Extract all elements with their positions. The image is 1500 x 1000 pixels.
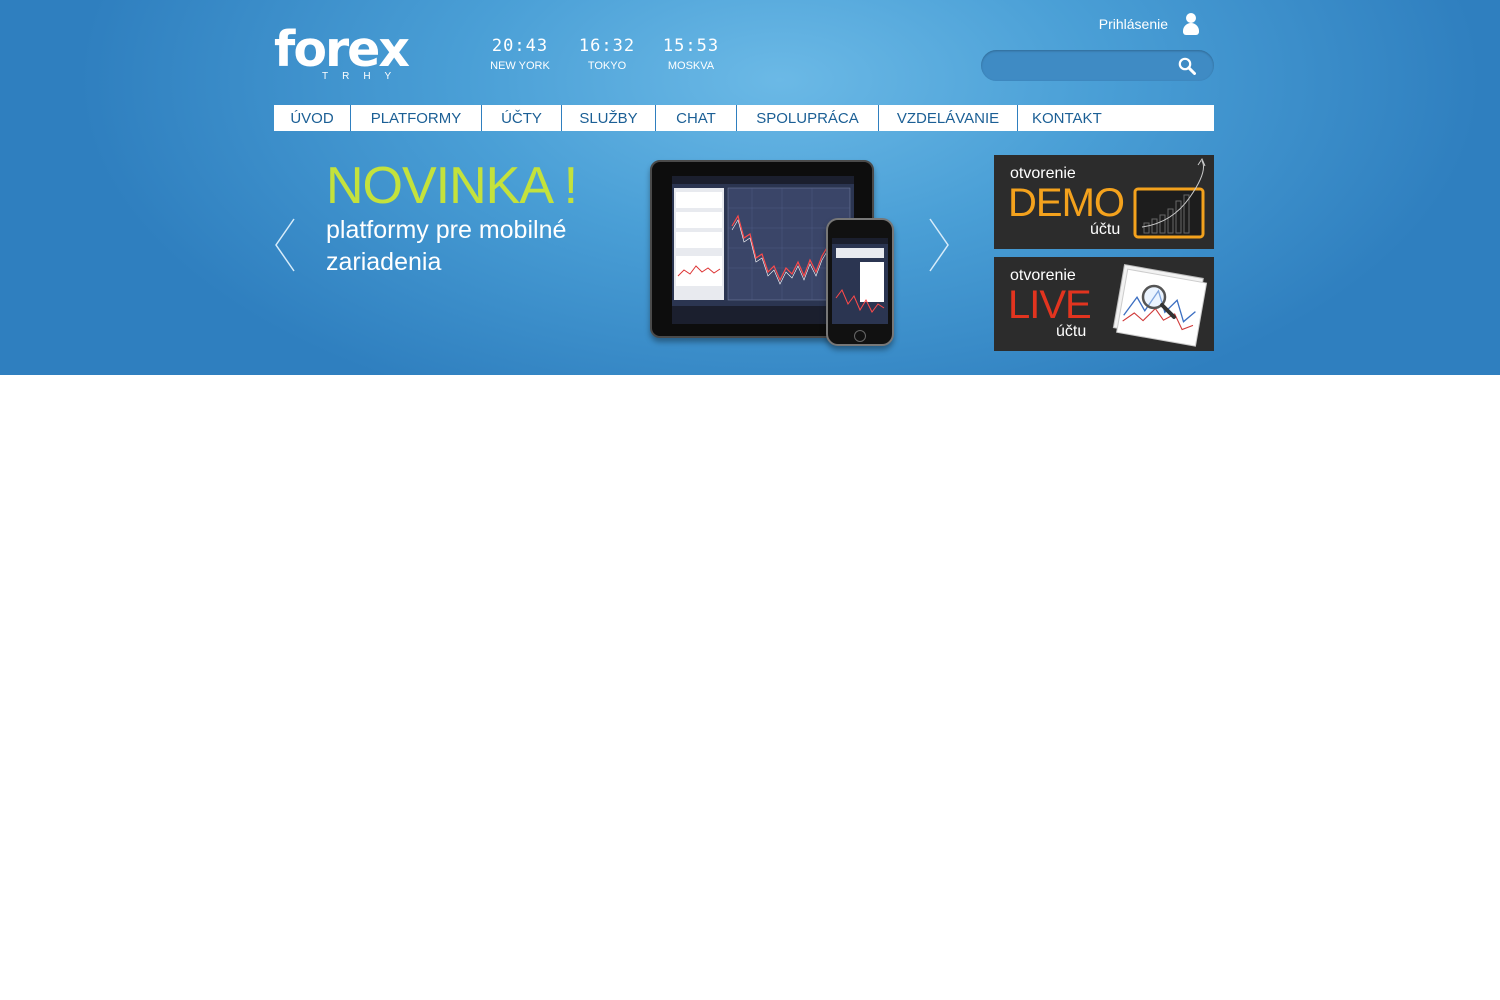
nav-item-platformy[interactable]: PLATFORMY [351, 105, 482, 131]
nav-item-ucty[interactable]: ÚČTY [482, 105, 562, 131]
nav-item-uvod[interactable]: ÚVOD [274, 105, 351, 131]
login-link[interactable]: Prihlásenie [1099, 12, 1200, 36]
slide-text: platformy pre mobilné zariadenia [326, 216, 567, 276]
clock-city: TOKYO [587, 60, 627, 72]
nav-item-kontakt[interactable]: KONTAKT [1018, 105, 1114, 131]
logo-word: forex [274, 21, 410, 78]
cta-live-title: LIVE [1008, 283, 1092, 327]
clock-tokyo: 16:32 TOKYO [562, 36, 652, 72]
open-demo-account-button[interactable]: otvorenie DEMO účtu [994, 155, 1214, 249]
cta-demo-title: DEMO [1008, 181, 1125, 225]
cta-live-post: účtu [1056, 323, 1087, 340]
clock-city: NEW YORK [490, 60, 550, 72]
clock-new-york: 20:43 NEW YORK [475, 36, 565, 72]
clock-city: MOSKVA [667, 60, 715, 72]
user-icon [1182, 13, 1200, 35]
open-live-account-button[interactable]: otvorenie LIVE účtu [994, 257, 1214, 351]
growth-chart-icon [1133, 157, 1206, 239]
search-icon[interactable] [1178, 57, 1196, 75]
logo-subtitle: TRHY [322, 71, 406, 82]
clock-time: 20:43 [491, 36, 549, 56]
clock-time: 16:32 [578, 36, 636, 56]
logo[interactable]: forex TRHY [274, 24, 410, 84]
chevron-left-icon[interactable] [274, 217, 296, 273]
cta-demo-post: účtu [1090, 221, 1121, 238]
header-inner: forex TRHY 20:43 NEW YORK 16:32 TOKYO 15… [274, 0, 1214, 375]
clock-time: 15:53 [662, 36, 720, 56]
search-box [981, 50, 1214, 81]
clock-moskva: 15:53 MOSKVA [646, 36, 736, 72]
chevron-right-icon[interactable] [928, 217, 950, 273]
slide-title: NOVINKA ! [326, 157, 578, 215]
main-nav: ÚVOD PLATFORMY ÚČTY SLUŽBY CHAT SPOLUPRÁ… [274, 105, 1214, 131]
header: forex TRHY 20:43 NEW YORK 16:32 TOKYO 15… [0, 0, 1500, 375]
magnifier-chart-icon [1112, 263, 1208, 347]
login-label: Prihlásenie [1098, 16, 1168, 32]
nav-item-sluzby[interactable]: SLUŽBY [562, 105, 656, 131]
nav-item-spolupraca[interactable]: SPOLUPRÁCA [737, 105, 879, 131]
phone-image [826, 218, 894, 346]
nav-item-vzdelavanie[interactable]: VZDELÁVANIE [879, 105, 1018, 131]
search-input[interactable] [995, 55, 1175, 76]
nav-item-chat[interactable]: CHAT [656, 105, 737, 131]
